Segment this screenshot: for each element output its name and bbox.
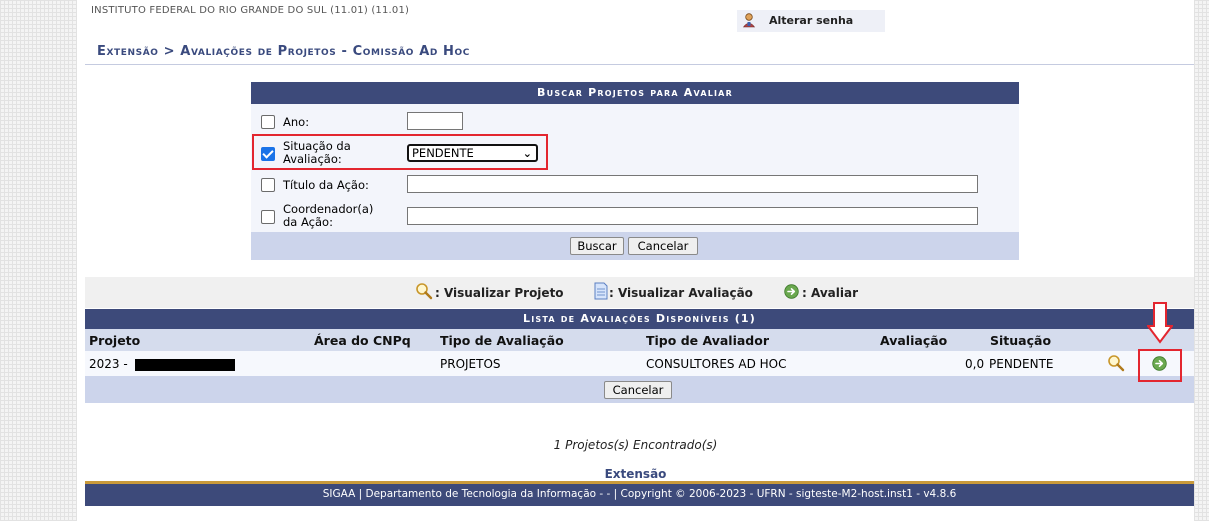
cell-avaliacao: 0,0 [965,357,985,371]
titulo-label: Título da Ação: [283,178,369,192]
table-footer: Cancelar [85,376,1194,403]
coordenador-input[interactable] [407,207,978,225]
main-container: INSTITUTO FEDERAL DO RIO GRANDE DO SUL (… [77,0,1194,521]
cell-tipo-avaliador: CONSULTORES AD HOC [646,357,787,371]
table-header: Projeto Área do CNPq Tipo de Avaliação T… [85,329,1194,351]
cancel-search-button[interactable]: Cancelar [628,237,698,255]
cell-projeto: 2023 - [89,357,128,371]
top-bar: INSTITUTO FEDERAL DO RIO GRANDE DO SUL (… [77,0,1194,36]
search-form: Buscar Projetos para Avaliar Ano: Situaç… [251,82,1019,260]
search-form-title: Buscar Projetos para Avaliar [251,82,1019,104]
col-tipo-avaliador: Tipo de Avaliador [646,333,769,348]
magnifier-icon [415,282,433,303]
page-footer: SIGAA | Departamento de Tecnologia da In… [85,481,1194,506]
col-situacao: Situação [990,333,1052,348]
cell-situacao: PENDENTE [989,357,1054,371]
legend-view-evaluation: : Visualizar Avaliação [609,286,753,300]
page-background-right [1194,0,1209,521]
col-area-cnpq: Área do CNPq [314,333,411,348]
highlight-box-evaluate [1138,349,1182,382]
search-form-footer: Buscar Cancelar [251,232,1019,260]
list-title: Lista de Avaliações Disponíveis (1) [85,309,1194,329]
ano-input[interactable] [407,112,463,130]
go-arrow-icon [784,284,799,302]
titulo-checkbox[interactable] [261,178,275,192]
institution-name: INSTITUTO FEDERAL DO RIO GRANDE DO SUL (… [91,5,410,16]
results-count: 1 Projetos(s) Encontrado(s) [553,438,718,452]
view-project-magnifier-icon[interactable] [1107,354,1125,375]
table-row: 2023 - PROJETOS CONSULTORES AD HOC 0,0 P… [85,351,1194,376]
breadcrumb: Extensão > Avaliações de Projetos - Comi… [97,44,470,59]
page-background-left [0,0,77,521]
legend-evaluate: : Avaliar [802,286,858,300]
cancel-list-button[interactable]: Cancelar [604,381,672,399]
redaction-bar [135,359,235,371]
user-key-icon [742,13,756,28]
divider [85,64,1194,65]
coordenador-label-line1: Coordenador(a) [283,202,374,216]
col-projeto: Projeto [89,333,141,348]
legend-view-project: : Visualizar Projeto [435,286,564,300]
change-password-link[interactable]: Alterar senha [737,10,885,32]
highlight-box-situacao [252,134,548,170]
col-avaliacao: Avaliação [880,333,948,348]
titulo-input[interactable] [407,175,978,193]
coordenador-label-line2: da Ação: [283,215,333,229]
extension-module-link[interactable]: Extensão [77,467,1194,481]
down-arrow-annotation-icon [1146,302,1174,347]
ano-checkbox[interactable] [261,115,275,129]
cell-tipo-avaliacao: PROJETOS [440,357,501,371]
col-tipo-avaliacao: Tipo de Avaliação [440,333,564,348]
coordenador-checkbox[interactable] [261,210,275,224]
icon-legend: : Visualizar Projeto : Visualizar Avalia… [85,277,1194,308]
ano-label: Ano: [283,115,310,129]
document-icon [593,282,609,303]
search-button[interactable]: Buscar [570,237,624,255]
change-password-label: Alterar senha [769,14,854,27]
